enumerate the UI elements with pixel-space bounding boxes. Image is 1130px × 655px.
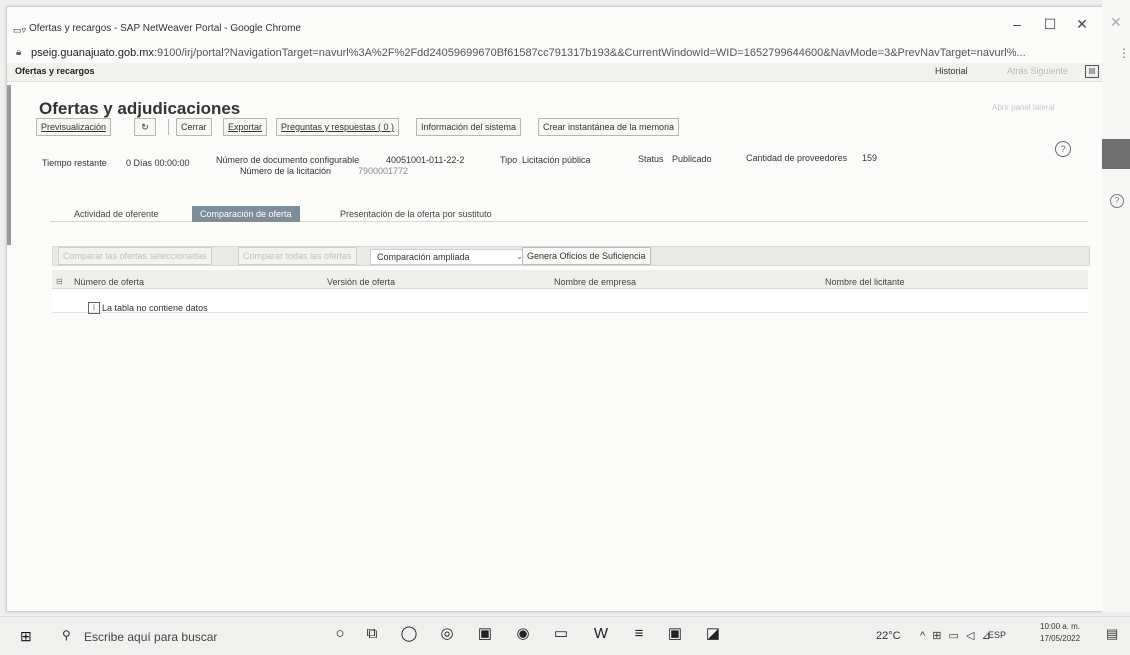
- taskbar-search-input[interactable]: Escribe aquí para buscar: [84, 630, 217, 644]
- close-icon[interactable]: ✕: [1069, 13, 1095, 35]
- background-help-icon[interactable]: ?: [1110, 194, 1124, 208]
- tab-offer-comparison[interactable]: Comparación de oferta: [192, 206, 300, 222]
- comparison-view-value: Comparación ampliada: [377, 252, 470, 262]
- info-icon: i: [88, 302, 100, 314]
- cortana-icon[interactable]: ○: [329, 623, 351, 645]
- select-all-icon[interactable]: ⊟: [56, 277, 66, 286]
- compare-selected-button[interactable]: Comparar las ofertas seleccionadas: [58, 247, 212, 265]
- clock-date: 17/05/2022: [1040, 634, 1081, 643]
- maximize-icon[interactable]: ☐: [1037, 13, 1063, 35]
- app-icon-lines[interactable]: ≡: [628, 623, 650, 645]
- image-app-icon[interactable]: ◪: [702, 623, 724, 645]
- minimize-icon[interactable]: –: [1004, 13, 1030, 35]
- word-icon[interactable]: W: [590, 623, 612, 645]
- comparison-view-select[interactable]: Comparación ampliada ⌄: [370, 249, 530, 265]
- type-label: Tipo: [500, 155, 518, 165]
- status-value: Publicado: [672, 154, 712, 164]
- window-title: Ofertas y recargos - SAP NetWeaver Porta…: [29, 23, 301, 34]
- page-title: Ofertas y adjudicaciones: [39, 99, 241, 118]
- column-header-company-name[interactable]: Nombre de empresa: [554, 277, 636, 287]
- side-panel-strip: [7, 85, 11, 245]
- close-button[interactable]: Cerrar: [176, 118, 212, 136]
- more-options-icon[interactable]: ⋮: [1118, 46, 1130, 60]
- chrome-icon[interactable]: ◎: [436, 623, 458, 645]
- opera-icon[interactable]: ◯: [398, 623, 420, 645]
- tab-bidder-activity[interactable]: Actividad de oferente: [66, 206, 167, 222]
- export-button[interactable]: Exportar: [223, 118, 268, 136]
- app-icon: ▭▿: [13, 25, 27, 35]
- notification-icon[interactable]: ▤: [1106, 626, 1118, 642]
- toolbar-divider: [168, 119, 169, 135]
- type-value: Licitación pública: [522, 155, 591, 165]
- clock[interactable]: 10:00 a. m. 17/05/2022: [1040, 621, 1080, 645]
- portal-header: Ofertas y recargos Historial Atrás Sigui…: [7, 63, 1103, 82]
- remaining-time-value: 0 Días 00:00:00: [126, 158, 190, 168]
- suppliers-label: Cantidad de proveedores: [746, 153, 848, 163]
- help-icon[interactable]: ?: [1055, 141, 1071, 157]
- generate-letters-button[interactable]: Genera Oficios de Suficiencia: [522, 247, 651, 265]
- refresh-icon[interactable]: ↻: [134, 118, 156, 136]
- doc-number-label: Número de documento configurable: [216, 155, 360, 165]
- memory-snapshot-button[interactable]: Crear instantánea de la memoria: [538, 118, 680, 136]
- app-icon-circle[interactable]: ◉: [512, 623, 534, 645]
- preview-button[interactable]: Previsualización: [36, 118, 112, 136]
- column-header-offer-number[interactable]: Número de oferta: [74, 277, 144, 287]
- search-icon: ⚲: [62, 628, 71, 642]
- tender-number-label: Número de la licitación: [240, 166, 332, 176]
- language-indicator[interactable]: ESP: [988, 630, 1006, 640]
- remaining-time-label: Tiempo restante: [42, 158, 107, 168]
- compare-all-button[interactable]: Comparar todas las ofertas: [238, 247, 357, 265]
- suppliers-value: 159: [862, 153, 878, 163]
- open-side-panel-link[interactable]: Abrir panel lateral: [992, 103, 1055, 112]
- system-info-button[interactable]: Información del sistema: [416, 118, 522, 136]
- url-text[interactable]: pseig.guanajuato.gob.mx:9100/irj/portal?…: [31, 47, 1091, 59]
- app-icon-square[interactable]: ▣: [664, 623, 686, 645]
- column-header-bidder-name[interactable]: Nombre del licitante: [825, 277, 905, 287]
- title-bar: ▭▿ Ofertas y recargos - SAP NetWeaver Po…: [7, 7, 1103, 43]
- address-bar[interactable]: 🔒︎ pseig.guanajuato.gob.mx:9100/irj/port…: [7, 45, 1103, 63]
- tab-substitute-offer[interactable]: Presentación de la oferta por sustituto: [332, 206, 500, 222]
- doc-number-value: 40051001-011-22-2: [386, 155, 465, 165]
- background-close-icon[interactable]: ✕: [1110, 14, 1122, 31]
- empty-table-message: La tabla no contiene datos: [102, 303, 208, 313]
- clock-time: 10:00 a. m.: [1040, 622, 1081, 631]
- file-explorer-icon[interactable]: ▭: [550, 623, 572, 645]
- history-menu[interactable]: Historial: [935, 66, 968, 76]
- menu-icon[interactable]: ▤: [1085, 65, 1099, 78]
- task-view-icon[interactable]: ⧉: [361, 623, 383, 645]
- lock-icon: 🔒︎: [16, 47, 22, 58]
- back-forward-nav[interactable]: Atrás Siguiente: [1007, 66, 1068, 76]
- qa-button[interactable]: Preguntas y respuestas ( 0 ): [276, 118, 400, 136]
- background-window-header: [1102, 139, 1130, 169]
- status-label: Status: [638, 154, 664, 164]
- system-tray-icons[interactable]: ^ ⊞ ▭ ◁ ⊿: [920, 629, 993, 642]
- temperature[interactable]: 22°C: [876, 630, 901, 642]
- acrobat-icon[interactable]: ▣: [474, 623, 496, 645]
- background-window: [1102, 0, 1130, 612]
- windows-start-icon[interactable]: ⊞: [20, 628, 32, 645]
- portal-page-title: Ofertas y recargos: [15, 66, 95, 76]
- column-header-offer-version[interactable]: Versión de oferta: [327, 277, 395, 287]
- tender-number-value: 7900001772: [358, 166, 409, 176]
